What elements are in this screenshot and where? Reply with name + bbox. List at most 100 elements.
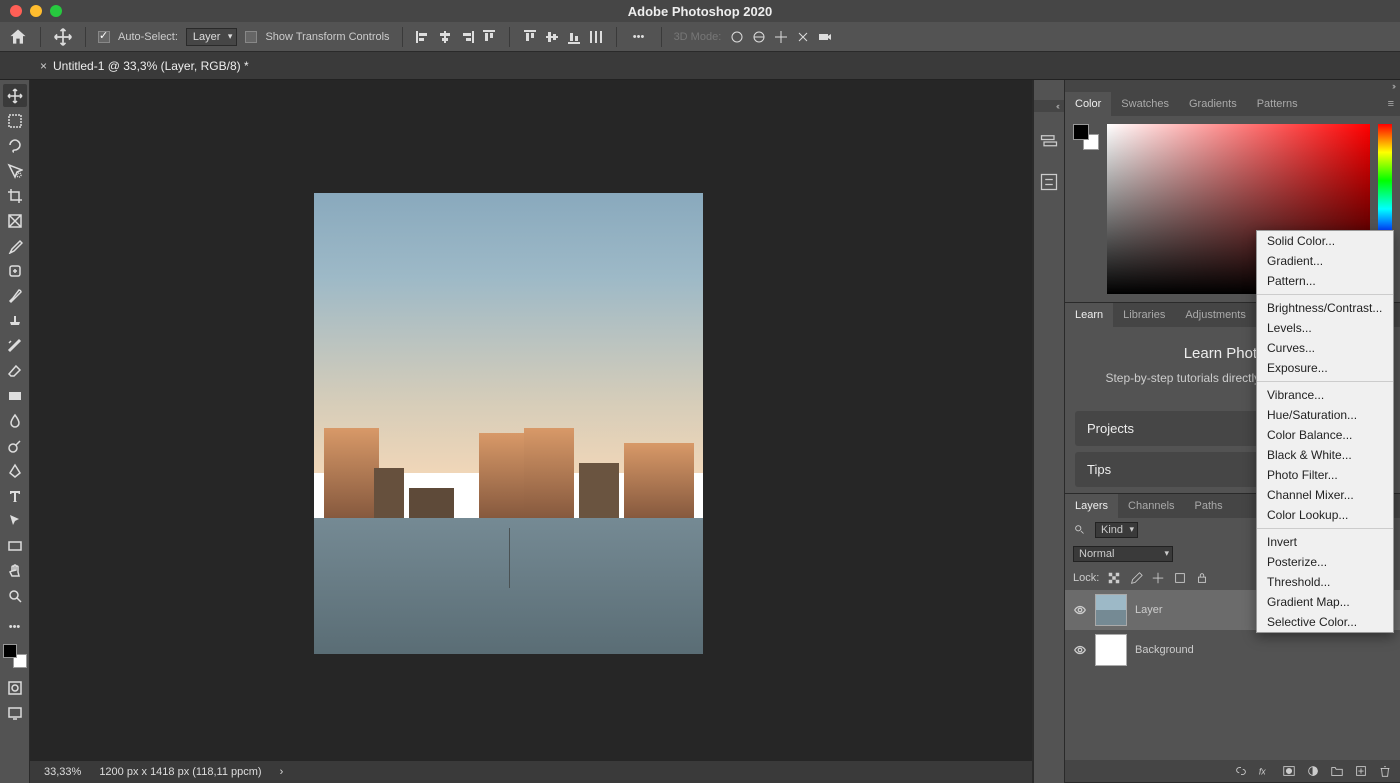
layer-fx-icon[interactable]: fx xyxy=(1258,764,1272,778)
clone-stamp-tool[interactable] xyxy=(3,309,27,332)
history-panel-icon[interactable] xyxy=(1039,132,1059,152)
zoom-tool[interactable] xyxy=(3,584,27,607)
history-brush-tool[interactable] xyxy=(3,334,27,357)
home-icon[interactable] xyxy=(8,27,28,47)
lasso-tool[interactable] xyxy=(3,134,27,157)
tab-paths[interactable]: Paths xyxy=(1185,494,1233,518)
tab-learn[interactable]: Learn xyxy=(1065,303,1113,327)
menu-item[interactable]: Curves... xyxy=(1257,338,1393,358)
path-selection-tool[interactable] xyxy=(3,509,27,532)
tab-layers[interactable]: Layers xyxy=(1065,494,1118,518)
close-tab-icon[interactable]: × xyxy=(40,59,47,73)
layer-name[interactable]: Background xyxy=(1135,644,1194,656)
adjustment-layer-menu[interactable]: Solid Color...Gradient...Pattern... Brigh… xyxy=(1256,230,1394,633)
lock-transparency-icon[interactable] xyxy=(1107,571,1121,585)
hand-tool[interactable] xyxy=(3,559,27,582)
menu-item[interactable]: Gradient Map... xyxy=(1257,592,1393,612)
document-tab[interactable]: × Untitled-1 @ 33,3% (Layer, RGB/8) * xyxy=(36,59,253,73)
dodge-tool[interactable] xyxy=(3,434,27,457)
pen-tool[interactable] xyxy=(3,459,27,482)
quick-selection-tool[interactable] xyxy=(3,159,27,182)
layer-mask-icon[interactable] xyxy=(1282,764,1296,778)
tab-channels[interactable]: Channels xyxy=(1118,494,1184,518)
screen-mode-icon[interactable] xyxy=(3,701,27,724)
crop-tool[interactable] xyxy=(3,184,27,207)
tab-gradients[interactable]: Gradients xyxy=(1179,92,1247,116)
edit-toolbar-icon[interactable]: ••• xyxy=(3,615,27,638)
align-top-icon[interactable] xyxy=(481,29,497,45)
menu-item[interactable]: Posterize... xyxy=(1257,552,1393,572)
menu-item[interactable]: Color Balance... xyxy=(1257,425,1393,445)
align-v-top-icon[interactable] xyxy=(522,29,538,45)
align-v-bottom-icon[interactable] xyxy=(566,29,582,45)
adjustment-layer-icon[interactable] xyxy=(1306,764,1320,778)
align-v-center-icon[interactable] xyxy=(544,29,560,45)
align-left-icon[interactable] xyxy=(415,29,431,45)
quick-mask-icon[interactable] xyxy=(3,676,27,699)
blur-tool[interactable] xyxy=(3,409,27,432)
align-center-h-icon[interactable] xyxy=(437,29,453,45)
layer-thumbnail[interactable] xyxy=(1095,634,1127,666)
menu-item[interactable]: Hue/Saturation... xyxy=(1257,405,1393,425)
tab-color[interactable]: Color xyxy=(1065,92,1111,116)
align-right-icon[interactable] xyxy=(459,29,475,45)
zoom-window[interactable] xyxy=(50,5,62,17)
menu-item[interactable]: Vibrance... xyxy=(1257,385,1393,405)
menu-item[interactable]: Levels... xyxy=(1257,318,1393,338)
layer-thumbnail[interactable] xyxy=(1095,594,1127,626)
properties-panel-icon[interactable] xyxy=(1039,172,1059,192)
menu-item[interactable]: Solid Color... xyxy=(1257,231,1393,251)
menu-item[interactable]: Threshold... xyxy=(1257,572,1393,592)
menu-item[interactable]: Exposure... xyxy=(1257,358,1393,378)
close-window[interactable] xyxy=(10,5,22,17)
brush-tool[interactable] xyxy=(3,284,27,307)
collapse-dock-icon[interactable]: ‹‹ xyxy=(1034,100,1064,112)
show-transform-checkbox[interactable] xyxy=(245,31,257,43)
menu-item[interactable]: Color Lookup... xyxy=(1257,505,1393,525)
menu-item[interactable]: Brightness/Contrast... xyxy=(1257,298,1393,318)
layer-item[interactable]: Background xyxy=(1065,630,1400,670)
menu-item[interactable]: Selective Color... xyxy=(1257,612,1393,632)
foreground-background-swatch[interactable] xyxy=(3,644,27,668)
tab-libraries[interactable]: Libraries xyxy=(1113,303,1175,327)
frame-tool[interactable] xyxy=(3,209,27,232)
menu-item[interactable]: Photo Filter... xyxy=(1257,465,1393,485)
rectangle-tool[interactable] xyxy=(3,534,27,557)
move-tool-icon[interactable] xyxy=(53,27,73,47)
rectangular-marquee-tool[interactable] xyxy=(3,109,27,132)
distribute-icon[interactable] xyxy=(588,29,604,45)
menu-item[interactable]: Pattern... xyxy=(1257,271,1393,291)
type-tool[interactable] xyxy=(3,484,27,507)
move-tool[interactable] xyxy=(3,84,27,107)
canvas-area[interactable]: 33,33% 1200 px x 1418 px (118,11 ppcm) › xyxy=(30,80,1032,783)
lock-all-icon[interactable] xyxy=(1195,571,1209,585)
eyedropper-tool[interactable] xyxy=(3,234,27,257)
visibility-icon[interactable] xyxy=(1073,643,1087,657)
gradient-tool[interactable] xyxy=(3,384,27,407)
auto-select-checkbox[interactable] xyxy=(98,31,110,43)
more-options-icon[interactable]: ••• xyxy=(629,27,649,47)
minimize-window[interactable] xyxy=(30,5,42,17)
auto-select-dropdown[interactable]: Layer xyxy=(186,28,238,46)
lock-position-icon[interactable] xyxy=(1151,571,1165,585)
tab-adjustments[interactable]: Adjustments xyxy=(1175,303,1256,327)
menu-item[interactable]: Gradient... xyxy=(1257,251,1393,271)
menu-item[interactable]: Black & White... xyxy=(1257,445,1393,465)
link-layers-icon[interactable] xyxy=(1234,764,1248,778)
lock-artboard-icon[interactable] xyxy=(1173,571,1187,585)
status-dimensions[interactable]: 1200 px x 1418 px (118,11 ppcm) xyxy=(99,766,261,778)
status-chevron-icon[interactable]: › xyxy=(280,766,284,778)
new-layer-icon[interactable] xyxy=(1354,764,1368,778)
visibility-icon[interactable] xyxy=(1073,603,1087,617)
search-filter-icon[interactable] xyxy=(1073,523,1087,537)
color-swatch-picker[interactable] xyxy=(1073,124,1099,150)
menu-item[interactable]: Channel Mixer... xyxy=(1257,485,1393,505)
document-canvas[interactable] xyxy=(314,193,703,654)
lock-pixels-icon[interactable] xyxy=(1129,571,1143,585)
menu-item[interactable]: Invert xyxy=(1257,532,1393,552)
eraser-tool[interactable] xyxy=(3,359,27,382)
filter-kind-dropdown[interactable]: Kind xyxy=(1095,522,1138,538)
delete-layer-icon[interactable] xyxy=(1378,764,1392,778)
tab-patterns[interactable]: Patterns xyxy=(1247,92,1308,116)
new-group-icon[interactable] xyxy=(1330,764,1344,778)
